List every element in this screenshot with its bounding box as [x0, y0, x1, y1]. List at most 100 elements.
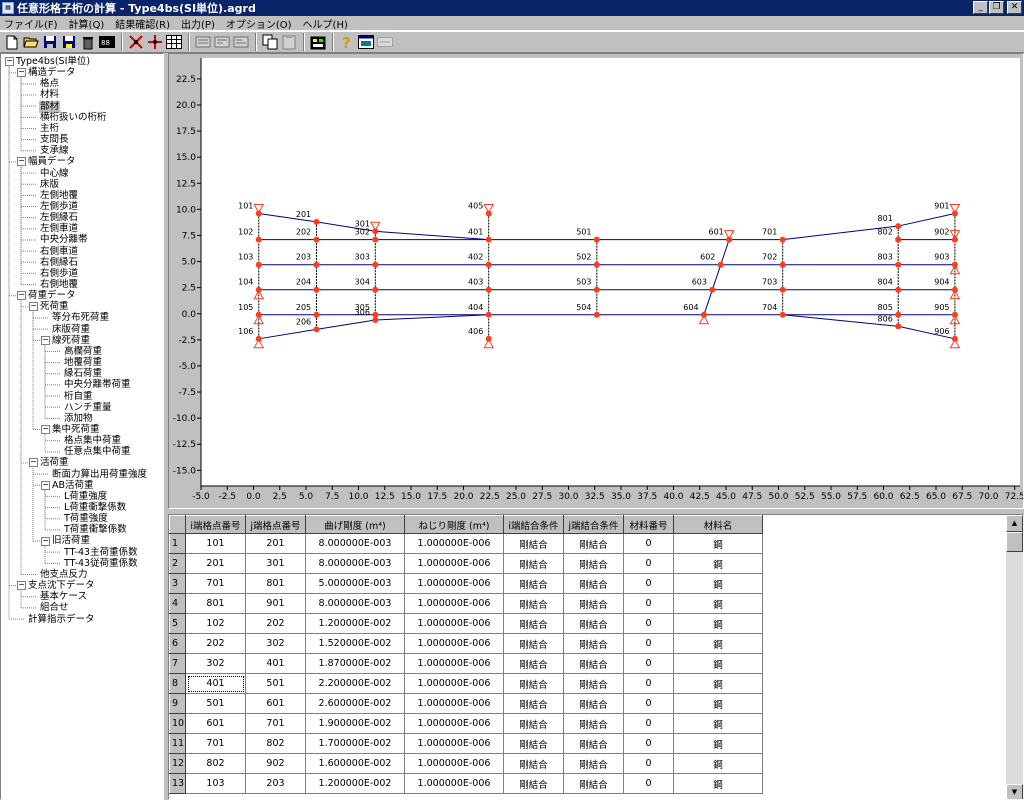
table-cell[interactable]: 鋼: [673, 633, 763, 654]
page-icon-2[interactable]: [213, 34, 230, 51]
table-cell[interactable]: 0: [623, 533, 674, 554]
table-cell[interactable]: 102: [185, 613, 246, 634]
menu-options[interactable]: オプション(O): [222, 16, 299, 31]
node-marker[interactable]: [255, 335, 262, 342]
node-marker[interactable]: [895, 286, 902, 293]
save-icon[interactable]: [41, 34, 58, 51]
node-marker[interactable]: [779, 286, 786, 293]
table-cell[interactable]: 302: [185, 653, 246, 674]
table-cell[interactable]: 剛結合: [503, 573, 564, 594]
table-cell[interactable]: 鋼: [673, 693, 763, 714]
table-cell[interactable]: 剛結合: [503, 553, 564, 574]
column-header[interactable]: 曲げ剛度 (m⁴): [305, 515, 405, 534]
table-cell[interactable]: 剛結合: [503, 753, 564, 774]
table-cell[interactable]: 1.000000E-006: [404, 713, 504, 734]
node-marker[interactable]: [485, 311, 492, 318]
table-cell[interactable]: 0: [623, 553, 674, 574]
tree-collapse-icon[interactable]: −: [41, 425, 50, 435]
node-marker[interactable]: [313, 311, 320, 318]
row-header[interactable]: 4: [169, 593, 186, 614]
node-marker[interactable]: [313, 261, 320, 268]
node-marker[interactable]: [372, 286, 379, 293]
table-cell[interactable]: 剛結合: [503, 733, 564, 754]
close-button[interactable]: ✕: [1007, 1, 1022, 14]
menu-help[interactable]: ヘルプ(H): [299, 16, 355, 31]
node-marker[interactable]: [717, 261, 724, 268]
table-cell[interactable]: 802: [245, 733, 306, 754]
table-cell[interactable]: 901: [245, 593, 306, 614]
table-cell[interactable]: 1.520000E-002: [305, 633, 405, 654]
table-cell[interactable]: 1.000000E-006: [404, 633, 504, 654]
node-marker[interactable]: [593, 236, 600, 243]
table-cell[interactable]: 301: [245, 553, 306, 574]
minimize-button[interactable]: _: [973, 1, 988, 14]
row-header[interactable]: 3: [169, 573, 186, 594]
tree-item[interactable]: 任意点集中荷重: [63, 446, 132, 458]
table-cell[interactable]: 0: [623, 673, 674, 694]
table-cell[interactable]: 1.200000E-002: [305, 613, 405, 634]
table-cell[interactable]: 剛結合: [563, 573, 624, 594]
row-header[interactable]: 9: [169, 693, 186, 714]
table-cell[interactable]: 鋼: [673, 553, 763, 574]
calculator-icon[interactable]: [309, 34, 326, 51]
row-header[interactable]: 6: [169, 633, 186, 654]
page-icon-3[interactable]: [232, 34, 249, 51]
table-cell[interactable]: 剛結合: [563, 653, 624, 674]
table-cell[interactable]: 剛結合: [563, 593, 624, 614]
node-marker[interactable]: [485, 261, 492, 268]
table-cell[interactable]: 0: [623, 573, 674, 594]
table-cell[interactable]: 1.000000E-006: [404, 613, 504, 634]
tree-collapse-icon[interactable]: −: [5, 57, 14, 67]
table-cell[interactable]: 0: [623, 693, 674, 714]
table-cell[interactable]: 0: [623, 773, 674, 794]
tree-item[interactable]: 計算指示データ: [27, 614, 96, 626]
table-cell[interactable]: 8.000000E-003: [305, 533, 405, 554]
tree-collapse-icon[interactable]: −: [41, 536, 50, 546]
table-cell[interactable]: 1.000000E-006: [404, 593, 504, 614]
node-marker[interactable]: [951, 311, 958, 318]
node-marker[interactable]: [709, 286, 716, 293]
row-header[interactable]: 8: [169, 673, 186, 694]
scroll-up-button[interactable]: ▲: [1006, 515, 1023, 532]
row-header[interactable]: 1: [169, 533, 186, 554]
node-marker[interactable]: [951, 286, 958, 293]
data-tree[interactable]: Type4bs(SI単位) − 構造データ − 格点 材料 部材 横桁扱いの桁桁 主桁 支間長 支承…: [0, 53, 164, 800]
table-cell[interactable]: 601: [245, 693, 306, 714]
table-cell[interactable]: 鋼: [673, 533, 763, 554]
table-cell[interactable]: 鋼: [673, 673, 763, 694]
table-cell[interactable]: 0: [623, 593, 674, 614]
table-cell[interactable]: 701: [185, 733, 246, 754]
node-marker[interactable]: [313, 326, 320, 333]
table-cell[interactable]: 剛結合: [503, 613, 564, 634]
title-bar[interactable]: ▦ 任意形格子桁の計算 - Type4bs(SI単位).agrd _ ❐ ✕: [0, 0, 1024, 16]
table-cell[interactable]: 鋼: [673, 733, 763, 754]
column-header[interactable]: i端結合条件: [503, 515, 564, 534]
node-tool-icon[interactable]: [127, 34, 144, 51]
tree-collapse-icon[interactable]: −: [17, 68, 26, 78]
window-icon[interactable]: [357, 34, 374, 51]
tree-collapse-icon[interactable]: −: [17, 157, 26, 167]
column-header[interactable]: 材料番号: [623, 515, 674, 534]
node-marker[interactable]: [951, 210, 958, 217]
table-cell[interactable]: 302: [245, 633, 306, 654]
row-header[interactable]: 2: [169, 553, 186, 574]
table-cell[interactable]: 剛結合: [503, 773, 564, 794]
table-cell[interactable]: 剛結合: [563, 613, 624, 634]
table-cell[interactable]: 1.000000E-006: [404, 753, 504, 774]
node-marker[interactable]: [485, 286, 492, 293]
table-cell[interactable]: 鋼: [673, 593, 763, 614]
tree-collapse-icon[interactable]: −: [41, 335, 50, 345]
node-marker[interactable]: [313, 286, 320, 293]
node-marker[interactable]: [895, 311, 902, 318]
node-marker[interactable]: [951, 261, 958, 268]
table-cell[interactable]: 1.000000E-006: [404, 733, 504, 754]
copy-icon[interactable]: [261, 34, 278, 51]
table-cell[interactable]: 701: [245, 713, 306, 734]
data-table-icon[interactable]: 88: [98, 34, 115, 51]
node-marker[interactable]: [313, 236, 320, 243]
open-folder-icon[interactable]: [22, 34, 39, 51]
node-marker[interactable]: [700, 311, 707, 318]
table-cell[interactable]: 201: [185, 553, 246, 574]
table-cell[interactable]: 701: [185, 573, 246, 594]
row-header[interactable]: 11: [169, 733, 186, 754]
